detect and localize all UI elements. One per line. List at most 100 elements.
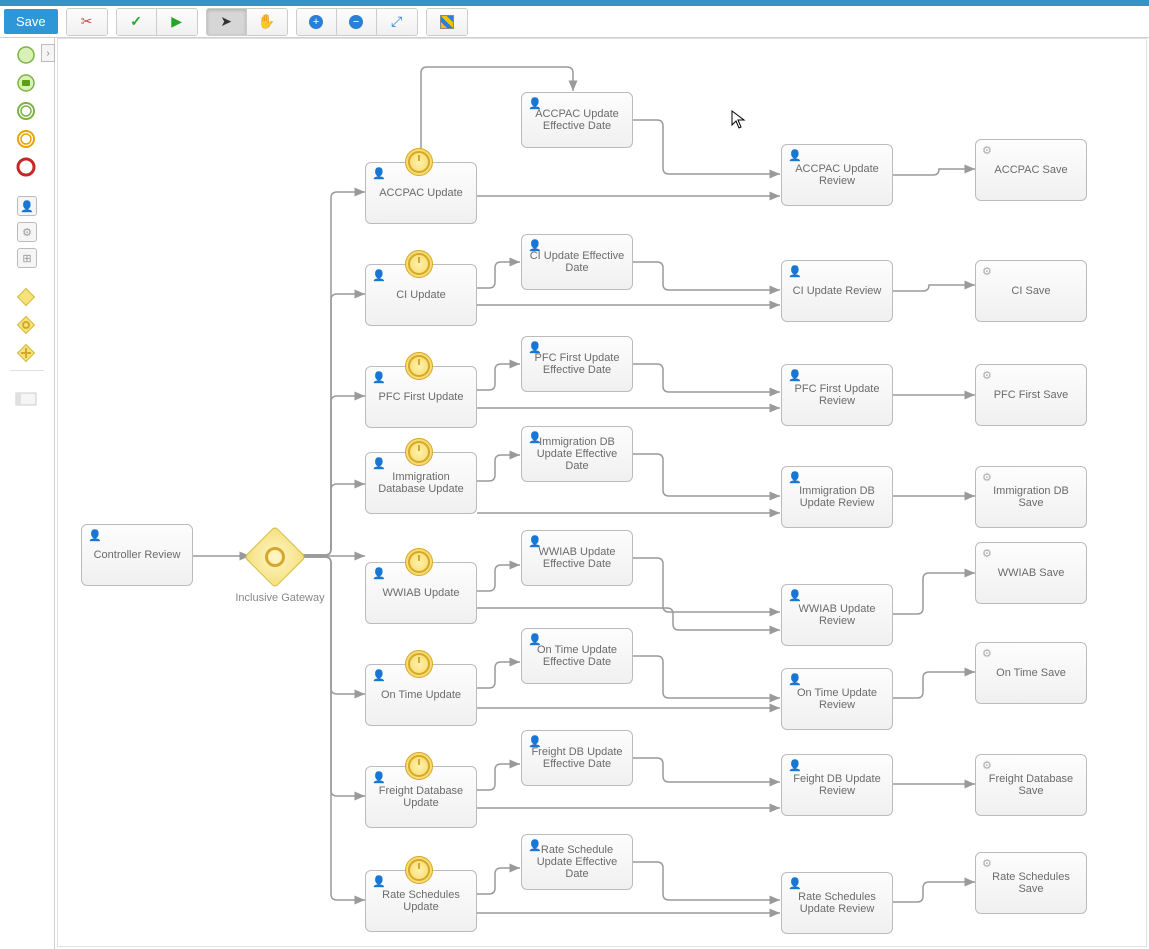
check-icon: ✓	[130, 13, 142, 30]
user-icon: 👤	[20, 200, 34, 213]
task-accpac-review[interactable]: 👤 ACCPAC Update Review	[781, 144, 893, 206]
timer-wwiab[interactable]	[405, 548, 433, 576]
task-imm-save[interactable]: ⚙ Immigration DB Save	[975, 466, 1087, 528]
task-label: ACCPAC Update	[379, 187, 463, 199]
task-controller-review[interactable]: 👤 Controller Review	[81, 524, 193, 586]
task-freight-review[interactable]: 👤 Feight DB Update Review	[781, 754, 893, 816]
task-accpac-eff[interactable]: 👤 ACCPAC Update Effective Date	[521, 92, 633, 148]
user-icon: 👤	[88, 529, 102, 542]
gear-icon: ⚙	[982, 471, 992, 484]
task-label: Controller Review	[94, 549, 181, 561]
task-ci-review[interactable]: 👤 CI Update Review	[781, 260, 893, 322]
user-task-tool[interactable]: 👤	[17, 196, 37, 216]
select-tool[interactable]: ➤	[207, 9, 247, 35]
task-wwiab-save[interactable]: ⚙ WWIAB Save	[975, 542, 1087, 604]
task-imm-review[interactable]: 👤 Immigration DB Update Review	[781, 466, 893, 528]
save-button[interactable]: Save	[4, 9, 58, 34]
task-label: On Time Update Review	[788, 687, 886, 711]
timer-accpac[interactable]	[405, 148, 433, 176]
task-label: Rate Schedule Update Effective Date	[528, 844, 626, 880]
zoom-out-button[interactable]: −	[337, 9, 377, 35]
task-rate-review[interactable]: 👤 Rate Schedules Update Review	[781, 872, 893, 934]
task-label: PFC First Update	[379, 391, 464, 403]
task-ci-eff[interactable]: 👤 CI Update Effective Date	[521, 234, 633, 290]
gear-icon: ⚙	[982, 265, 992, 278]
timer-rate[interactable]	[405, 856, 433, 884]
run-button[interactable]: ▶	[157, 9, 197, 35]
subprocess-tool[interactable]: ⊞	[17, 248, 37, 268]
timer-ontime[interactable]	[405, 650, 433, 678]
pool-tool[interactable]	[15, 388, 37, 410]
user-icon: 👤	[528, 341, 542, 354]
mouse-cursor	[731, 110, 747, 135]
task-label: PFC First Update Effective Date	[528, 352, 626, 376]
timer-ci[interactable]	[405, 250, 433, 278]
task-freight-save[interactable]: ⚙ Freight Database Save	[975, 754, 1087, 816]
task-label: On Time Update Effective Date	[528, 644, 626, 668]
task-wwiab-eff[interactable]: 👤 WWIAB Update Effective Date	[521, 530, 633, 586]
user-icon: 👤	[372, 457, 386, 470]
task-label: Freight DB Update Effective Date	[528, 746, 626, 770]
task-freight-eff[interactable]: 👤 Freight DB Update Effective Date	[521, 730, 633, 786]
diagram-canvas[interactable]: 👤 Controller Review Inclusive Gateway 👤 …	[55, 38, 1149, 949]
user-icon: 👤	[788, 369, 802, 382]
zoom-fit-button[interactable]: ⤢	[377, 9, 417, 35]
gear-icon: ⚙	[982, 647, 992, 660]
task-label: Rate Schedules Update	[372, 889, 470, 913]
user-icon: 👤	[788, 471, 802, 484]
validate-button[interactable]: ✓	[117, 9, 157, 35]
user-icon: 👤	[528, 97, 542, 110]
task-label: Immigration DB Update Effective Date	[528, 436, 626, 472]
user-icon: 👤	[372, 669, 386, 682]
task-ci-save[interactable]: ⚙ CI Save	[975, 260, 1087, 322]
gear-icon: ⚙	[982, 857, 992, 870]
task-pfc-review[interactable]: 👤 PFC First Update Review	[781, 364, 893, 426]
minus-icon: −	[349, 15, 363, 29]
minimap-button[interactable]	[427, 9, 467, 35]
parallel-gateway-tool[interactable]	[15, 342, 37, 364]
user-icon: 👤	[528, 535, 542, 548]
gear-icon: ⚙	[22, 226, 32, 239]
play-icon: ▶	[171, 13, 182, 30]
start-event-tool[interactable]	[15, 44, 37, 66]
task-label: WWIAB Update Review	[788, 603, 886, 627]
tool-group-validate: ✓ ▶	[116, 8, 198, 36]
timer-imm[interactable]	[405, 438, 433, 466]
tool-group-misc	[426, 8, 468, 36]
cut-button[interactable]: ✂	[67, 9, 107, 35]
service-task-tool[interactable]: ⚙	[17, 222, 37, 242]
task-label: PFC First Save	[994, 389, 1069, 401]
zoom-in-button[interactable]: +	[297, 9, 337, 35]
timer-pfc[interactable]	[405, 352, 433, 380]
end-event-tool[interactable]	[15, 156, 37, 178]
exclusive-gateway-tool[interactable]	[15, 286, 37, 308]
timer-event-green-tool[interactable]	[15, 100, 37, 122]
task-label: Rate Schedules Save	[982, 871, 1080, 895]
user-icon: 👤	[528, 431, 542, 444]
inclusive-gateway-tool[interactable]	[15, 314, 37, 336]
tool-group-cursor: ➤ ✋	[206, 8, 288, 36]
task-pfc-save[interactable]: ⚙ PFC First Save	[975, 364, 1087, 426]
task-ontime-eff[interactable]: 👤 On Time Update Effective Date	[521, 628, 633, 684]
task-rate-eff[interactable]: 👤 Rate Schedule Update Effective Date	[521, 834, 633, 890]
timer-freight[interactable]	[405, 752, 433, 780]
task-label: On Time Save	[996, 667, 1066, 679]
user-icon: 👤	[788, 265, 802, 278]
task-label: CI Update	[396, 289, 446, 301]
task-ontime-save[interactable]: ⚙ On Time Save	[975, 642, 1087, 704]
task-imm-eff[interactable]: 👤 Immigration DB Update Effective Date	[521, 426, 633, 482]
task-wwiab-review[interactable]: 👤 WWIAB Update Review	[781, 584, 893, 646]
message-event-tool[interactable]	[15, 72, 37, 94]
pan-tool[interactable]: ✋	[247, 9, 287, 35]
timer-event-tool[interactable]	[15, 128, 37, 150]
task-accpac-save[interactable]: ⚙ ACCPAC Save	[975, 139, 1087, 201]
task-label: Feight DB Update Review	[788, 773, 886, 797]
user-icon: 👤	[788, 759, 802, 772]
task-label: CI Update Review	[793, 285, 882, 297]
task-pfc-eff[interactable]: 👤 PFC First Update Effective Date	[521, 336, 633, 392]
task-label: Immigration DB Save	[982, 485, 1080, 509]
task-rate-save[interactable]: ⚙ Rate Schedules Save	[975, 852, 1087, 914]
task-label: PFC First Update Review	[788, 383, 886, 407]
task-ontime-review[interactable]: 👤 On Time Update Review	[781, 668, 893, 730]
collapse-palette[interactable]: ›	[41, 44, 55, 62]
